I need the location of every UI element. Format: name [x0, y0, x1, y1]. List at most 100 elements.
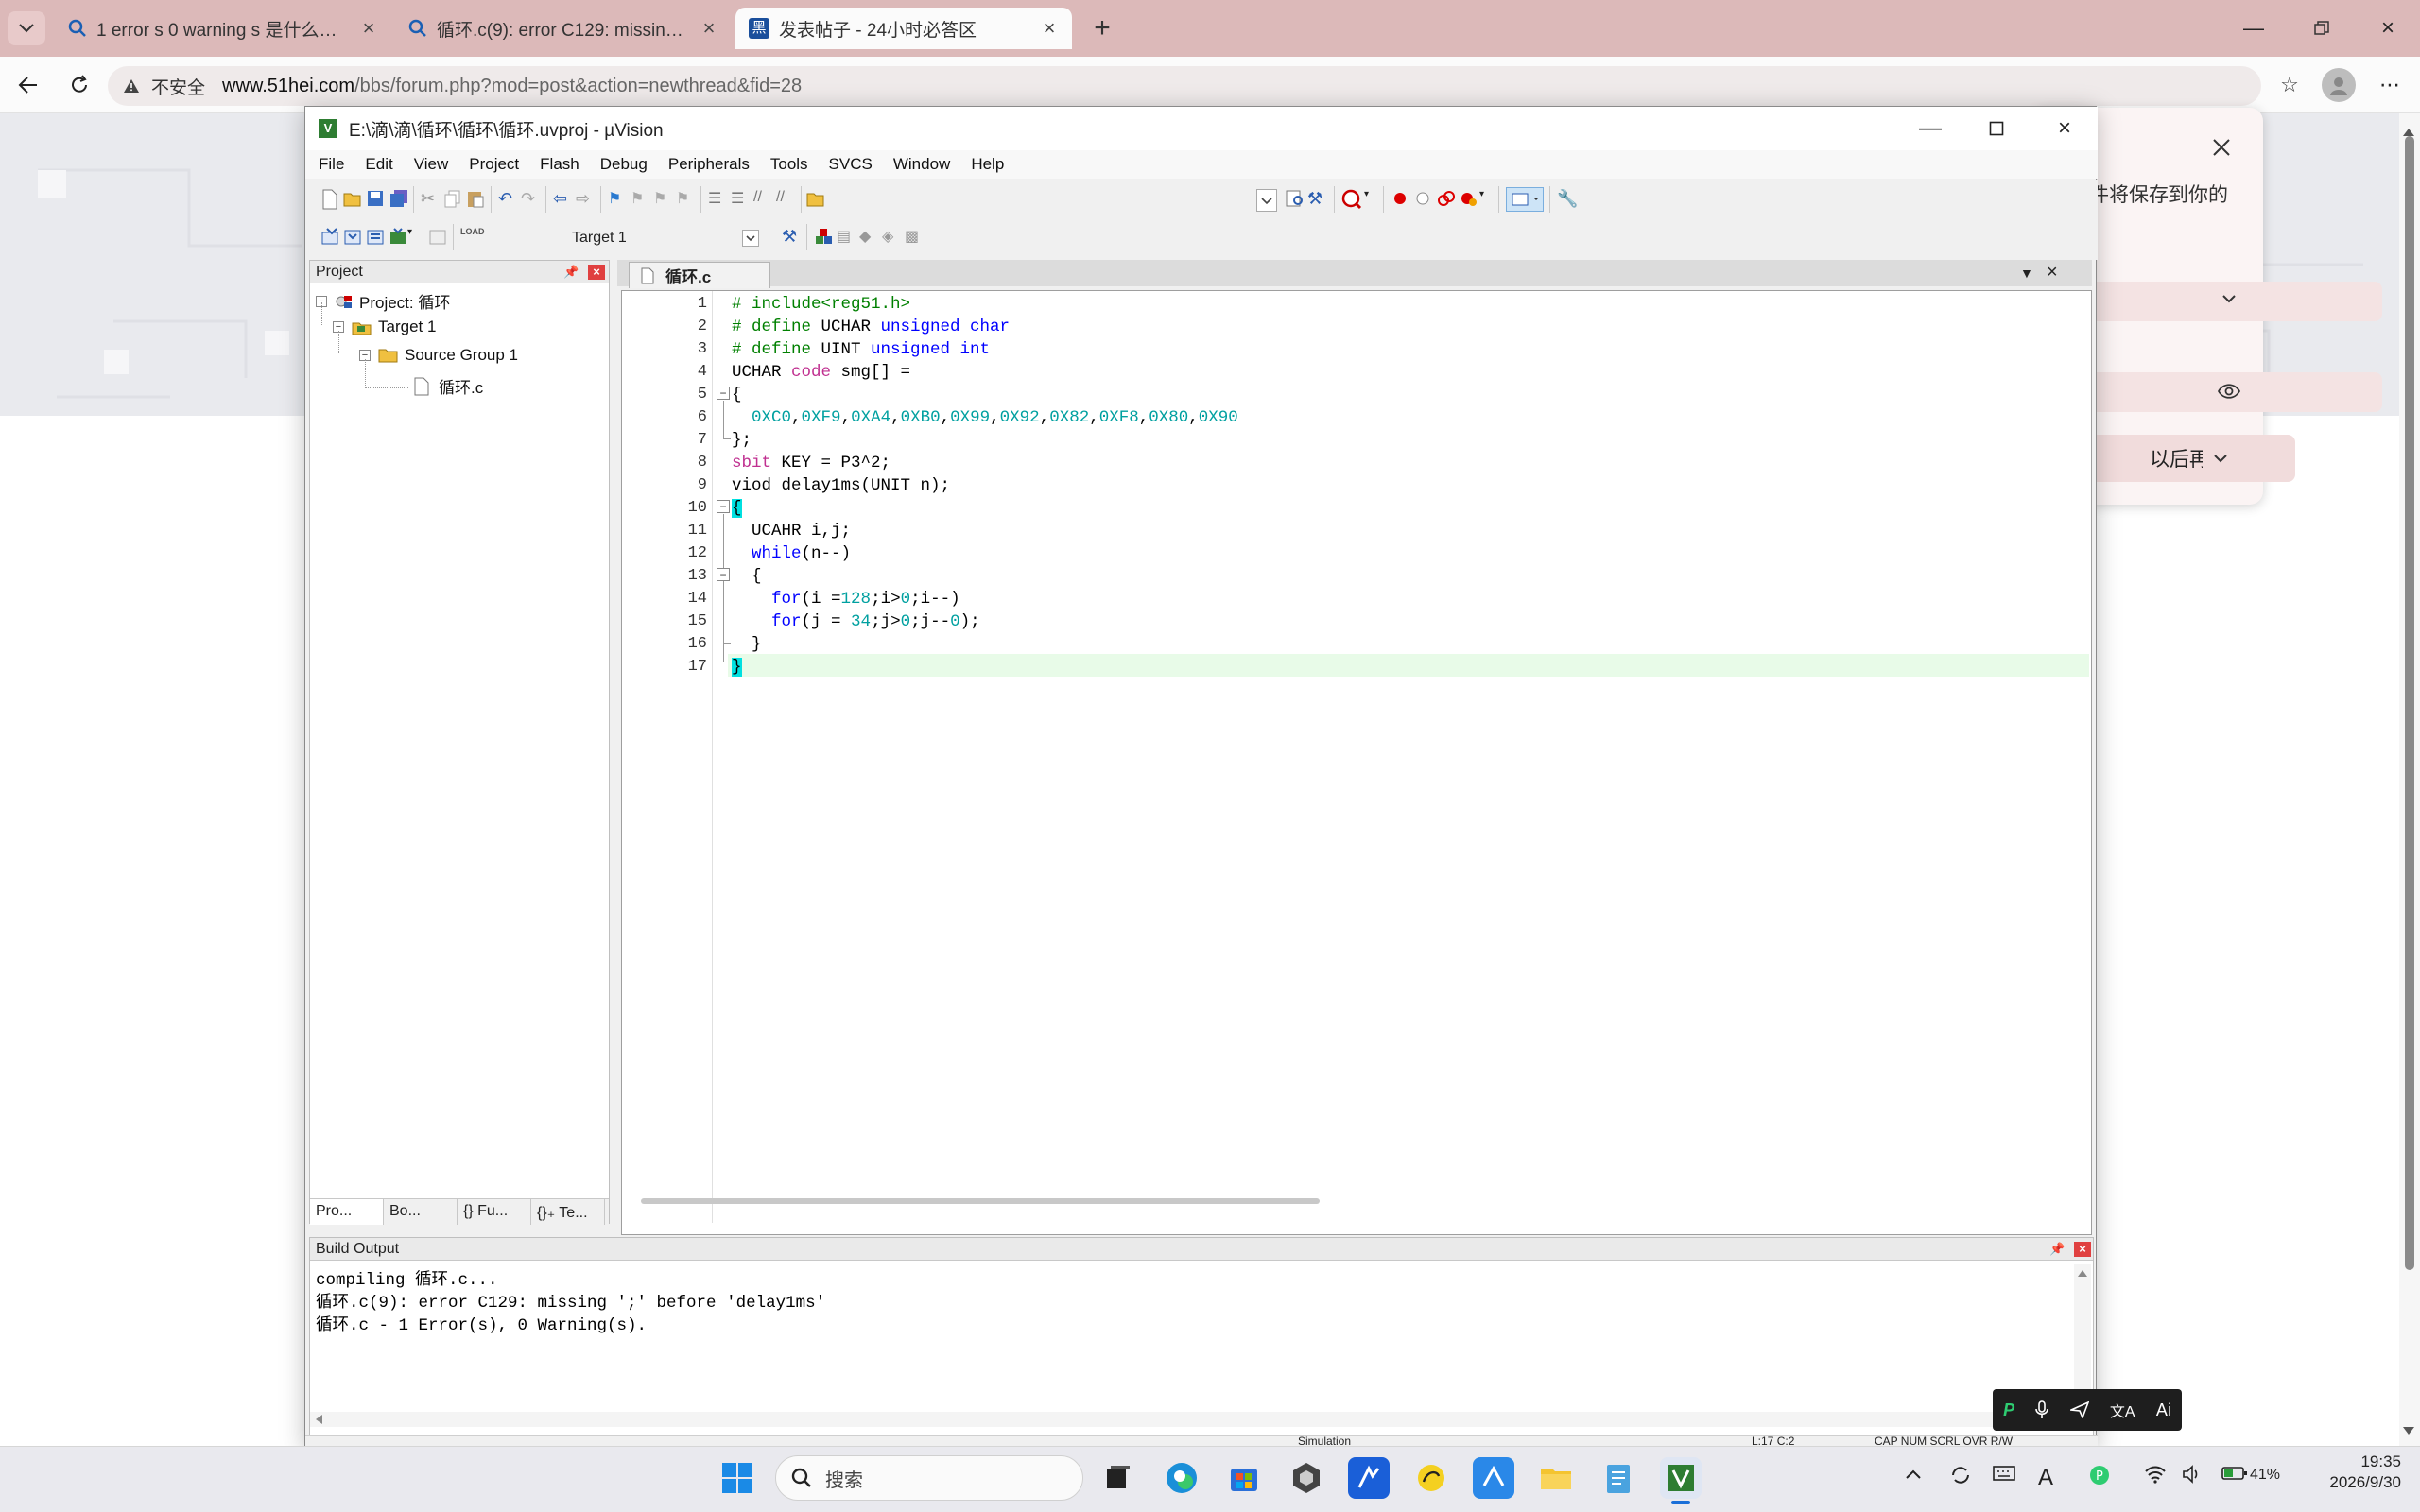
download-load-icon[interactable]: LOAD — [460, 227, 485, 248]
target-options-icon[interactable]: ⚒ — [782, 227, 804, 248]
tab-functions[interactable]: {} Fu... — [458, 1199, 531, 1225]
close-popup-icon[interactable] — [2206, 132, 2237, 163]
keyboard-icon[interactable] — [1993, 1465, 2015, 1482]
back-arrow-icon[interactable] — [9, 68, 47, 102]
editor-tab-file[interactable]: 循环.c — [629, 262, 770, 288]
code-editor[interactable]: 1 2 3 4 5 6 7 8 9 10 11 12 13 14 15 16 1… — [621, 290, 2092, 1235]
next-bookmark-icon[interactable]: ⚑ — [653, 189, 676, 210]
browser-tab-3-active[interactable]: 黑 发表帖子 - 24小时必答区 × — [735, 8, 1072, 49]
fold-toggle-icon[interactable]: − — [717, 500, 730, 513]
close-tab-icon[interactable]: × — [1040, 16, 1059, 41]
more-menu-icon[interactable]: ⋯ — [2373, 70, 2407, 100]
menu-file[interactable]: File — [319, 155, 344, 174]
tab-list-dropdown-icon[interactable]: ▼ — [2020, 266, 2033, 281]
wifi-icon[interactable] — [2144, 1465, 2167, 1484]
url-text[interactable]: www.51hei.com/bbs/forum.php?mod=post&act… — [222, 76, 802, 97]
tree-source-group-node[interactable]: − Source Group 1 — [359, 346, 518, 365]
pin-icon[interactable]: 📌 — [2049, 1242, 2065, 1257]
menu-tools[interactable]: Tools — [770, 155, 808, 174]
menu-help[interactable]: Help — [971, 155, 1004, 174]
incremental-find-icon[interactable] — [1285, 189, 1307, 210]
microphone-icon[interactable] — [2035, 1400, 2049, 1419]
disable-all-breakpoints-icon[interactable] — [1436, 189, 1459, 210]
start-debug-icon[interactable] — [1341, 189, 1364, 210]
close-panel-icon[interactable]: × — [588, 265, 605, 280]
menu-view[interactable]: View — [414, 155, 449, 174]
fold-toggle-icon[interactable]: − — [717, 387, 730, 400]
reload-icon[interactable] — [60, 68, 98, 102]
clock[interactable]: 19:35 2026/9/30 — [2288, 1452, 2401, 1493]
tree-target-node[interactable]: − Target 1 — [333, 318, 436, 336]
close-tab-icon[interactable]: × — [700, 16, 718, 41]
comment-icon[interactable]: // — [753, 189, 776, 210]
scrollbar-thumb[interactable] — [2405, 136, 2414, 1270]
app-blue-icon[interactable] — [1348, 1457, 1390, 1499]
menu-peripherals[interactable]: Peripherals — [668, 155, 750, 174]
uv-minimize-icon[interactable]: — — [1897, 107, 1963, 150]
copilot-icon[interactable]: ▩ — [905, 227, 927, 248]
notepad-icon[interactable] — [1598, 1457, 1639, 1499]
tab-books[interactable]: Bo... — [384, 1199, 458, 1225]
profile-avatar[interactable] — [2322, 68, 2356, 102]
unindent-icon[interactable]: ☰ — [731, 189, 753, 210]
show-hidden-icons-icon[interactable] — [1904, 1465, 1923, 1484]
battery-icon[interactable] — [2221, 1465, 2248, 1482]
taskbar-search[interactable]: 搜索 — [775, 1455, 1083, 1501]
breakpoint-icon[interactable] — [1391, 189, 1413, 210]
close-panel-icon[interactable]: × — [2074, 1242, 2091, 1257]
nav-forward-icon[interactable]: ⇨ — [576, 189, 598, 210]
tab-list-button[interactable] — [8, 11, 45, 45]
output-vertical-scrollbar[interactable] — [2074, 1264, 2091, 1406]
open-file-icon[interactable] — [343, 189, 366, 210]
browser-tab-1[interactable]: 1 error s 0 warning s 是什么意思 - × — [55, 8, 391, 49]
close-tab-icon[interactable]: × — [359, 16, 378, 41]
microsoft-store-icon[interactable] — [1223, 1457, 1265, 1499]
indent-icon[interactable]: ☰ — [708, 189, 731, 210]
translate-icon[interactable]: 文A — [2110, 1399, 2135, 1421]
eye-icon[interactable] — [2218, 382, 2240, 401]
file-explorer-icon[interactable] — [1535, 1457, 1577, 1499]
app-cloud-icon[interactable] — [1473, 1457, 1514, 1499]
clear-bookmarks-icon[interactable]: ⚑ — [676, 189, 699, 210]
ime-logo-icon[interactable]: P — [2003, 1400, 2014, 1420]
restore-window-icon[interactable] — [2303, 11, 2341, 45]
kill-all-breakpoints-icon[interactable] — [1459, 189, 1481, 210]
tree-project-node[interactable]: − Project: 循环 — [316, 289, 450, 313]
pack-installer-icon[interactable]: ◈ — [882, 227, 905, 248]
rebuild-icon[interactable] — [366, 227, 389, 248]
save-all-icon[interactable] — [389, 189, 411, 210]
copy-icon[interactable] — [443, 189, 466, 210]
favorites-icon[interactable]: ☆ — [2273, 70, 2307, 100]
send-icon[interactable] — [2069, 1401, 2089, 1418]
close-window-icon[interactable]: × — [2369, 11, 2407, 45]
configure-wrench-icon[interactable]: 🔧 — [1557, 189, 1580, 210]
stop-build-icon[interactable] — [428, 227, 451, 248]
menu-debug[interactable]: Debug — [600, 155, 648, 174]
menu-flash[interactable]: Flash — [540, 155, 579, 174]
new-file-icon[interactable] — [320, 189, 343, 210]
tab-templates[interactable]: {}₊ Te... — [531, 1199, 605, 1225]
manage-rte-icon[interactable]: ◆ — [859, 227, 882, 248]
debug-settings-icon[interactable]: ⚒ — [1307, 189, 1330, 210]
cut-icon[interactable]: ✂ — [421, 189, 443, 210]
window-layout-icon[interactable] — [1506, 187, 1544, 212]
prev-bookmark-icon[interactable]: ⚑ — [631, 189, 653, 210]
uncomment-icon[interactable]: // — [776, 189, 799, 210]
manage-project-items-icon[interactable] — [814, 227, 837, 248]
start-windows-icon[interactable] — [720, 1461, 754, 1495]
menu-svcs[interactable]: SVCS — [829, 155, 873, 174]
undo-icon[interactable]: ↶ — [498, 189, 521, 210]
password-field[interactable] — [2089, 372, 2382, 412]
tab-project[interactable]: Pro... — [310, 1199, 384, 1225]
browser-tab-2[interactable]: 循环.c(9): error C129: missing ';' be × — [395, 8, 732, 49]
volume-icon[interactable] — [2182, 1465, 2203, 1484]
bookmark-icon[interactable]: ⚑ — [608, 189, 631, 210]
ime-green-icon[interactable]: P — [2089, 1465, 2110, 1486]
find-in-files-icon[interactable] — [806, 189, 829, 210]
menu-window[interactable]: Window — [893, 155, 950, 174]
unity-app-icon[interactable] — [1286, 1457, 1327, 1499]
app-yellow-icon[interactable] — [1410, 1457, 1452, 1499]
later-button[interactable]: 以后再说 — [2089, 435, 2295, 482]
translate-icon[interactable] — [320, 227, 343, 248]
tree-file-node[interactable]: 循环.c — [414, 374, 483, 398]
